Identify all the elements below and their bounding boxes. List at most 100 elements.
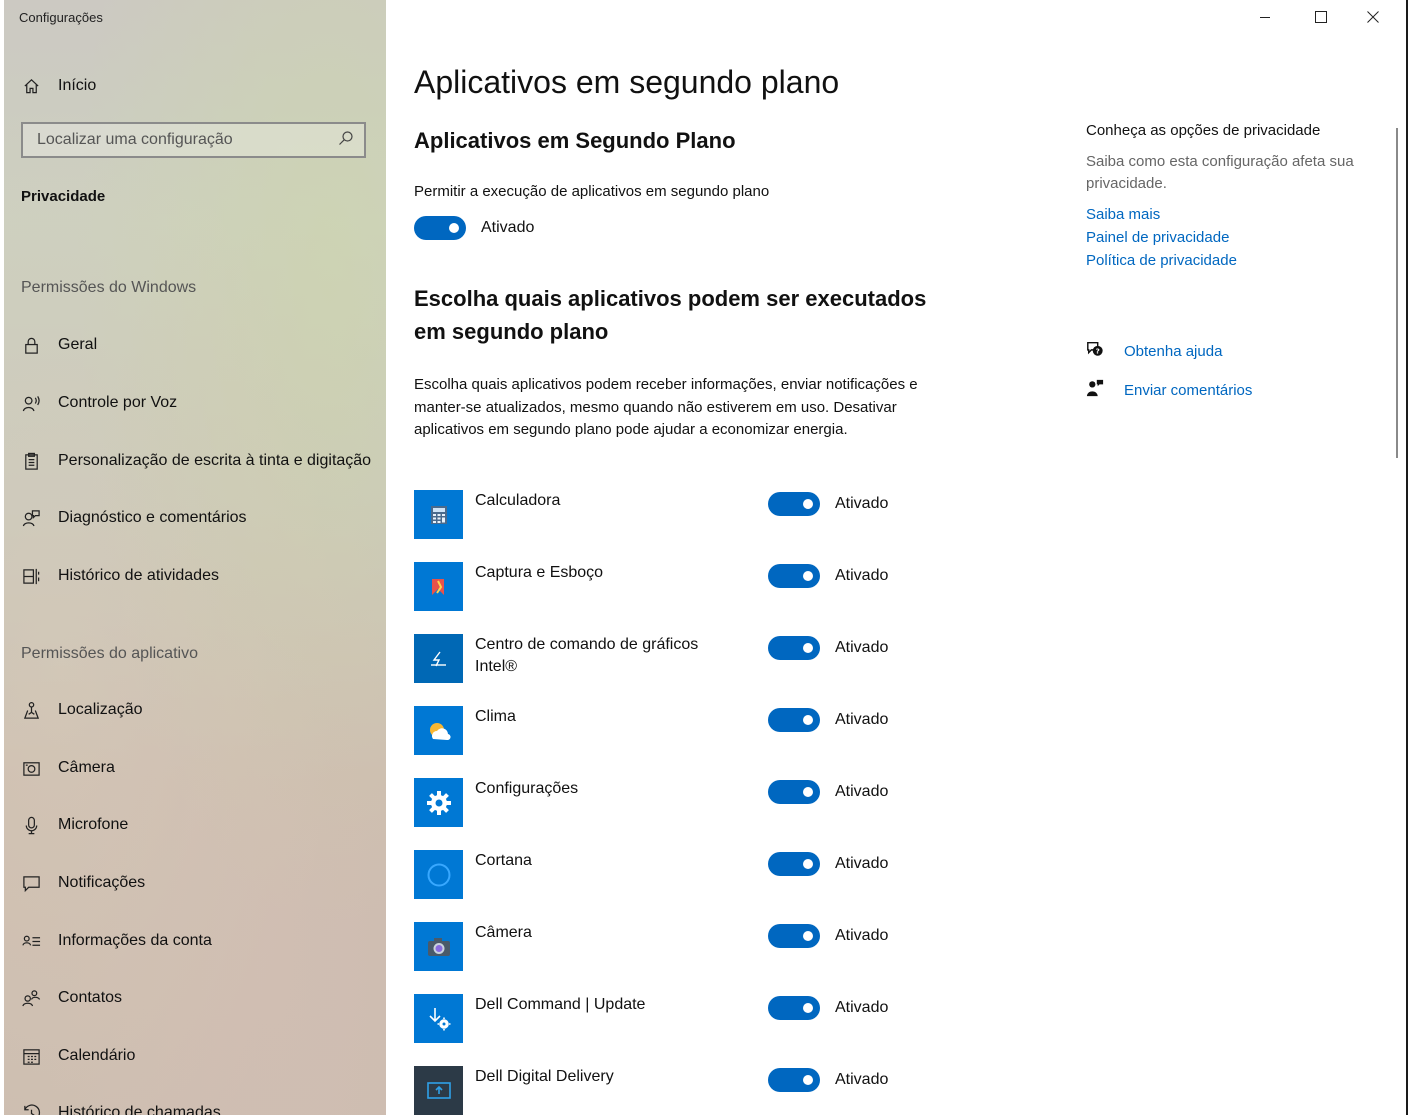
sidebar-item-call-history[interactable]: Histórico de chamadas	[4, 1093, 386, 1115]
person-feedback-icon	[4, 509, 58, 528]
search-icon[interactable]	[338, 130, 354, 151]
window-title: Configurações	[19, 10, 103, 25]
app-toggle-row: Ativado	[768, 564, 888, 588]
dell-delivery-icon	[414, 1066, 463, 1115]
app-toggle[interactable]	[768, 708, 820, 732]
app-name: Calculadora	[475, 492, 561, 509]
sidebar-item-label: Diagnóstico e comentários	[58, 509, 247, 526]
cortana-icon	[414, 850, 463, 899]
sidebar-item-calendar[interactable]: Calendário	[4, 1036, 386, 1076]
toggle-state-label: Ativado	[835, 639, 889, 656]
sidebar-item-label: Histórico de chamadas	[58, 1104, 221, 1115]
group-title-apps: Permissões do aplicativo	[21, 645, 198, 662]
current-section-title: Privacidade	[21, 188, 106, 205]
sidebar-item-label: Início	[58, 77, 97, 94]
sidebar-item-home[interactable]: Início	[4, 66, 386, 106]
sidebar-item-label: Personalização de escrita à tinta e digi…	[58, 452, 372, 469]
sidebar-item-label: Histórico de atividades	[58, 567, 219, 584]
sidebar-item-label: Contatos	[58, 989, 123, 1006]
sidebar-item-notifications[interactable]: Notificações	[4, 863, 386, 903]
app-row-clima: Clima Ativado	[414, 706, 934, 756]
sidebar-item-label: Geral	[58, 336, 98, 353]
app-name: Cortana	[475, 852, 532, 869]
sidebar-item-activity[interactable]: Histórico de atividades	[4, 556, 386, 596]
privacy-info-title: Conheça as opções de privacidade	[1086, 122, 1321, 139]
allow-background-toggle-row: Ativado	[414, 216, 534, 240]
privacy-policy-link[interactable]: Política de privacidade	[1086, 249, 1386, 272]
app-row-dell-command: Dell Command | Update Ativado	[414, 994, 934, 1044]
sidebar-item-label: Câmera	[58, 759, 115, 776]
sidebar-item-voice[interactable]: Controle por Voz	[4, 383, 386, 423]
page-title: Aplicativos em segundo plano	[414, 64, 840, 100]
window-edge	[1406, 0, 1408, 1115]
sidebar-item-account-info[interactable]: Informações da conta	[4, 921, 386, 961]
app-toggle[interactable]	[768, 1068, 820, 1092]
app-toggle[interactable]	[768, 924, 820, 948]
sidebar-item-label: Microfone	[58, 816, 129, 833]
home-icon	[4, 77, 58, 96]
app-toggle[interactable]	[768, 492, 820, 516]
allow-background-toggle[interactable]	[414, 216, 466, 240]
location-icon	[4, 701, 58, 720]
sidebar-item-diagnostics[interactable]: Diagnóstico e comentários	[4, 498, 386, 538]
app-toggle-row: Ativado	[768, 708, 888, 732]
sidebar-item-inking[interactable]: Personalização de escrita à tinta e digi…	[4, 441, 386, 481]
get-help-link[interactable]: Obtenha ajuda	[1124, 343, 1222, 360]
app-toggle[interactable]	[768, 852, 820, 876]
send-feedback-link[interactable]: Enviar comentários	[1124, 382, 1252, 399]
sidebar-item-general[interactable]: Geral	[4, 325, 386, 365]
dell-command-icon	[414, 994, 463, 1043]
minimize-button[interactable]	[1238, 0, 1292, 34]
learn-more-link[interactable]: Saiba mais	[1086, 203, 1386, 226]
app-toggle[interactable]	[768, 780, 820, 804]
camera-app-icon	[414, 922, 463, 971]
sidebar-item-camera[interactable]: Câmera	[4, 748, 386, 788]
intel-graphics-icon	[414, 634, 463, 683]
app-toggle[interactable]	[768, 636, 820, 660]
sidebar-item-label: Calendário	[58, 1047, 136, 1064]
app-toggle-row: Ativado	[768, 852, 888, 876]
sidebar-item-microphone[interactable]: Microfone	[4, 805, 386, 845]
scrollbar[interactable]	[1396, 128, 1398, 458]
close-button[interactable]	[1346, 0, 1400, 34]
app-toggle-row: Ativado	[768, 492, 888, 516]
privacy-dashboard-link[interactable]: Painel de privacidade	[1086, 226, 1386, 249]
toggle-state-label: Ativado	[835, 927, 889, 944]
group-title-windows: Permissões do Windows	[21, 279, 197, 296]
app-name: Dell Command | Update	[475, 996, 646, 1013]
toggle-state-label: Ativado	[835, 567, 889, 584]
microphone-icon	[4, 816, 58, 835]
app-name: Centro de comando de gráficos Intel®	[475, 636, 699, 675]
send-feedback-row[interactable]: Enviar comentários	[1086, 379, 1386, 401]
sidebar-item-label: Informações da conta	[58, 932, 212, 949]
calculator-icon	[414, 490, 463, 539]
allow-background-label: Permitir a execução de aplicativos em se…	[414, 183, 770, 200]
maximize-icon	[1315, 11, 1327, 23]
toggle-state-label: Ativado	[835, 495, 889, 512]
sidebar-item-contacts[interactable]: Contatos	[4, 978, 386, 1018]
toggle-state-label: Ativado	[481, 219, 535, 236]
app-row-captura: Captura e Esboço Ativado	[414, 562, 934, 612]
get-help-row[interactable]: ? Obtenha ajuda	[1086, 340, 1386, 362]
app-toggle-row: Ativado	[768, 780, 888, 804]
app-row-intel: Centro de comando de gráficos Intel® Ati…	[414, 634, 934, 684]
close-icon	[1367, 11, 1379, 23]
help-chat-icon: ?	[1086, 340, 1104, 362]
toggle-state-label: Ativado	[835, 855, 889, 872]
app-name: Configurações	[475, 780, 579, 797]
search-input[interactable]	[35, 130, 338, 150]
snip-sketch-icon	[414, 562, 463, 611]
choose-apps-description: Escolha quais aplicativos podem receber …	[414, 376, 918, 438]
search-box[interactable]	[21, 122, 366, 158]
choose-apps-heading: Escolha quais aplicativos podem ser exec…	[414, 286, 927, 344]
weather-icon	[414, 706, 463, 755]
sidebar: Configurações Início Privacidade Permiss…	[4, 0, 386, 1115]
main-content: Aplicativos em segundo plano Aplicativos…	[386, 0, 1410, 1115]
maximize-button[interactable]	[1294, 0, 1348, 34]
notification-icon	[4, 874, 58, 893]
app-toggle[interactable]	[768, 564, 820, 588]
app-toggle[interactable]	[768, 996, 820, 1020]
sidebar-item-location[interactable]: Localização	[4, 690, 386, 730]
app-toggle-row: Ativado	[768, 1068, 888, 1092]
app-name: Clima	[475, 708, 516, 725]
